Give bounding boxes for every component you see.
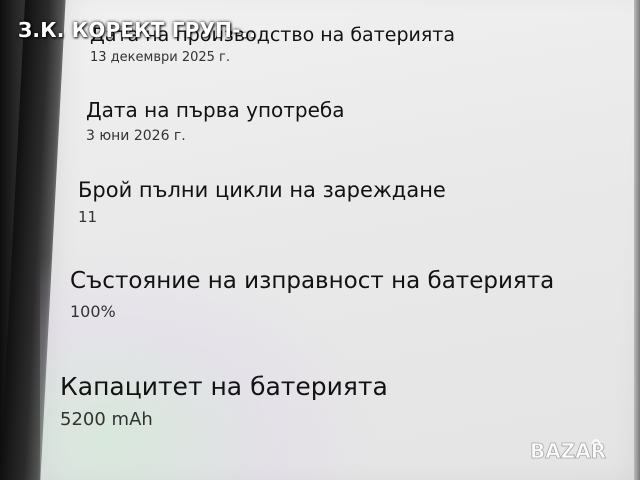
battery-health-label: Състояние на изправност на батерията <box>70 268 555 294</box>
battery-capacity-label: Капацитет на батерията <box>60 372 388 401</box>
battery-health-value: 100% <box>70 302 116 321</box>
battery-cycle-count-label: Брой пълни цикли на зареждане <box>78 178 446 202</box>
photo-stage: Дата на производство на батерията 13 дек… <box>0 0 640 480</box>
battery-capacity-value: 5200 mAh <box>60 409 153 430</box>
battery-manufacture-date-value: 13 декември 2025 г. <box>90 50 230 65</box>
seller-watermark: З.К. КОРЕКТ ГРУП-.. <box>18 18 257 42</box>
phone-right-edge <box>634 0 640 480</box>
bazar-logo-text: BAZAR <box>530 439 606 463</box>
battery-capacity-item[interactable]: Капацитет на батерията 5200 mAh <box>60 372 388 430</box>
battery-first-use-date-label: Дата на първа употреба <box>86 98 345 122</box>
battery-cycle-count-item[interactable]: Брой пълни цикли на зареждане 11 <box>78 178 446 226</box>
battery-cycle-count-value: 11 <box>78 208 98 226</box>
battery-first-use-date-value: 3 юни 2026 г. <box>86 128 186 144</box>
battery-health-item[interactable]: Състояние на изправност на батерията 100… <box>70 268 554 321</box>
bazar-logo: BAZAR <box>530 439 607 464</box>
battery-first-use-date-item[interactable]: Дата на първа употреба 3 юни 2026 г. <box>86 98 345 144</box>
